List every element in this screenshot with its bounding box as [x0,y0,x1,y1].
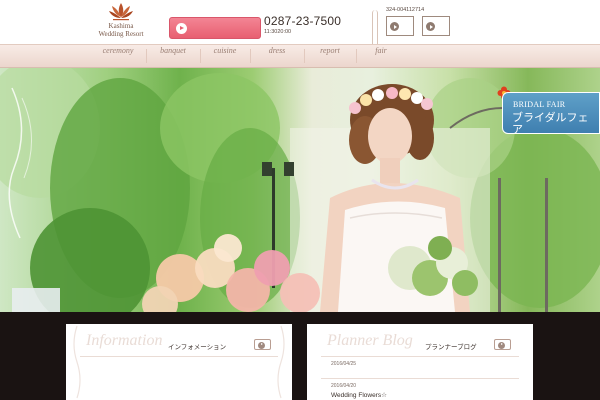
information-title: インフォメーション [168,343,227,351]
information-divider [80,356,278,357]
arrow-right-icon [258,341,265,349]
arrow-right-icon [176,23,187,34]
blog-post-title[interactable]: Wedding Flowers☆ [331,392,387,400]
nav-separator [356,49,357,63]
nav-item-dress[interactable]: dress [252,45,302,67]
blog-title: プランナーブログ [425,343,477,351]
bridal-fair-japanese: ブライダルフェア [512,111,589,136]
blog-post-date: 2016/04/20 [331,383,357,389]
nav-separator [250,49,251,63]
nav-item-report[interactable]: report [306,45,354,67]
logo-text-line1: Kashima [108,22,134,30]
header-divider [372,10,378,44]
arrow-right-icon [390,22,399,31]
main-nav: ceremony banquet cuisine dress report fa… [0,44,600,68]
ornament-left-icon [73,325,81,399]
site-logo[interactable]: Kashima Wedding Resort [92,2,150,42]
blog-divider [321,356,519,357]
contact-button[interactable] [169,17,261,39]
phone-number: 0287-23-7500 [264,14,342,28]
nav-item-ceremony[interactable]: ceremony [92,45,144,67]
address-code: 324-004112714 [386,7,425,13]
nav-item-cuisine[interactable]: cuisine [202,45,248,67]
information-more-button[interactable] [254,339,271,350]
blog-post-divider [321,378,519,379]
information-script-title: Information [86,332,163,349]
information-panel: Information インフォメーション [66,324,292,400]
header-link-button-2[interactable] [422,16,450,36]
blog-post-date: 2016/04/25 [331,361,357,367]
site-header: Kashima Wedding Resort 0287-23-7500 11:3… [0,0,600,44]
bridal-fair-english: BRIDAL FAIR [513,100,566,109]
blog-more-button[interactable] [494,339,511,350]
bridal-fair-tab[interactable]: BRIDAL FAIR ブライダルフェア [502,92,600,136]
planner-blog-panel: Planner Blog プランナーブログ 2016/04/25 2016/04… [307,324,533,400]
nav-separator [146,49,147,63]
nav-separator [304,49,305,63]
ornament-right-icon [277,325,285,399]
business-hours: 11:3020:00 [264,29,292,35]
arrow-right-icon [498,341,505,349]
nav-item-fair[interactable]: fair [358,45,404,67]
arrow-right-icon [426,22,435,31]
lotus-logo-icon [109,3,133,21]
header-link-button-1[interactable] [386,16,414,36]
nav-item-banquet[interactable]: banquet [148,45,198,67]
logo-text-line2: Wedding Resort [98,30,144,38]
blog-script-title: Planner Blog [327,332,413,349]
nav-separator [200,49,201,63]
